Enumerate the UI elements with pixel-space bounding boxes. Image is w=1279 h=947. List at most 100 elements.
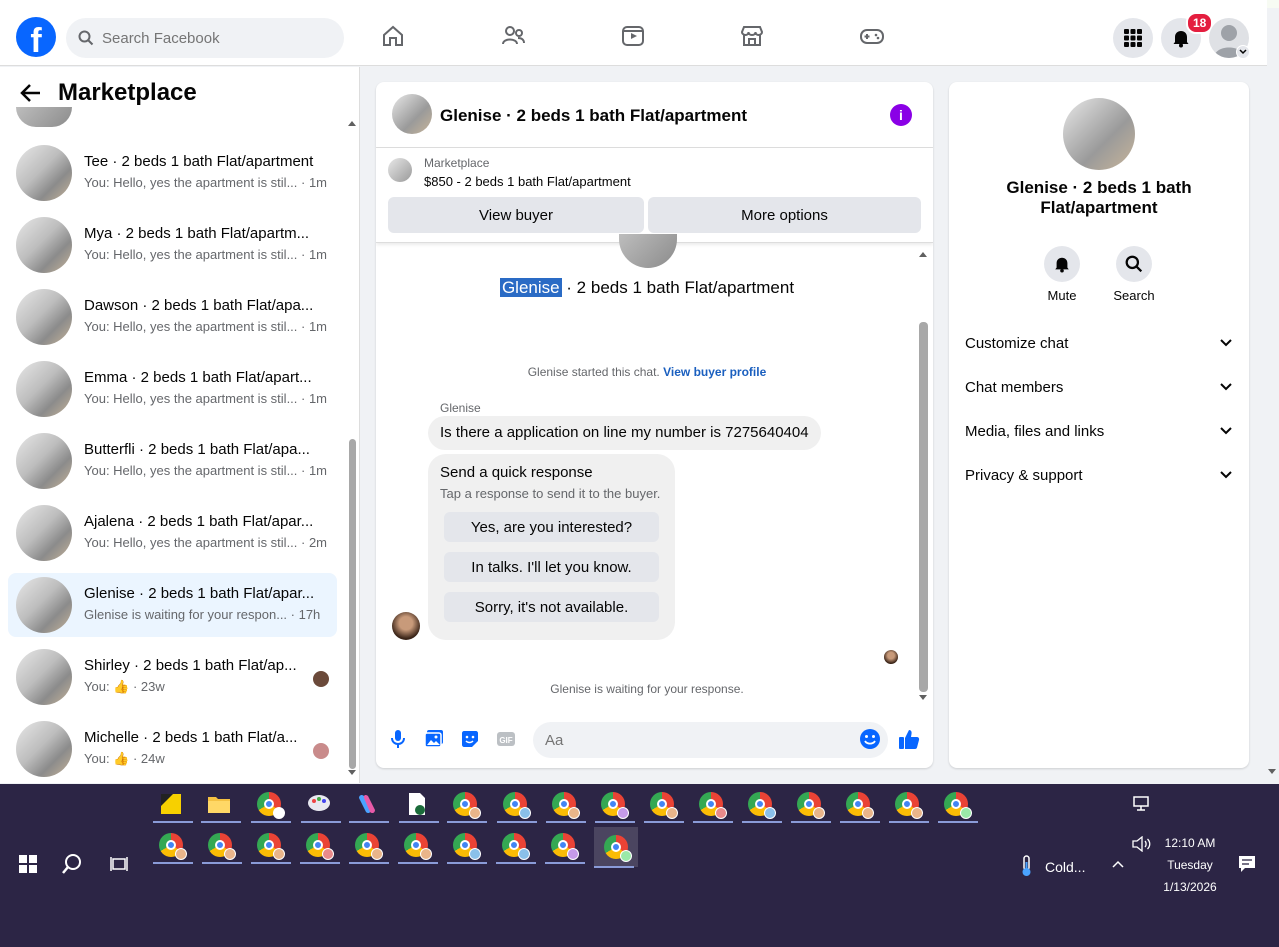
chat-title[interactable]: Glenise · 2 beds 1 bath Flat/apartment [440,106,747,126]
conversation-item[interactable]: Emma · 2 beds 1 bath Flat/apart... You: H… [8,357,337,421]
listing-thumbnail[interactable] [392,94,432,134]
chrome-window-icon[interactable] [251,827,291,864]
file-explorer-icon[interactable] [201,786,241,823]
chrome-window-icon[interactable] [791,786,831,823]
video-icon[interactable] [619,22,647,50]
chrome-window-icon[interactable] [300,827,340,864]
message-input[interactable] [533,722,888,758]
incoming-message[interactable]: Is there a application on line my number… [428,416,821,450]
weather-text[interactable]: Cold... [1045,859,1085,875]
home-icon[interactable] [379,22,407,50]
chrome-window-icon[interactable] [496,827,536,864]
notifications-icon[interactable] [1229,846,1265,882]
gif-icon[interactable]: GIF [495,728,517,750]
conversation-preview: You: Hello, yes the apartment is stil...… [84,463,328,478]
view-buyer-profile-link[interactable]: View buyer profile [663,365,766,379]
thermometer-icon[interactable] [1008,848,1044,884]
mute-action[interactable]: Mute [1032,246,1092,303]
conversation-item[interactable]: Ajalena · 2 beds 1 bath Flat/apar... You:… [8,501,337,565]
windows-start-icon[interactable] [10,846,46,882]
customize-chat-section[interactable]: Customize chat [965,323,1233,363]
friends-icon[interactable] [499,22,527,50]
info-icon[interactable]: i [890,104,912,126]
task-view-icon[interactable] [102,846,138,882]
chrome-window-icon[interactable] [546,786,586,823]
copilot-icon[interactable] [349,786,389,823]
conversation-item[interactable]: Mya · 2 beds 1 bath Flat/apartm... You: H… [8,213,337,277]
chrome-icon[interactable] [251,786,291,823]
chrome-window-icon[interactable] [938,786,978,823]
quick-response-option[interactable]: In talks. I'll let you know. [444,552,659,582]
conversation-item[interactable]: Tee · 2 beds 1 bath Flat/apartment You: H… [8,141,337,205]
chrome-window-icon[interactable] [497,786,537,823]
conversation-item[interactable]: Michelle · 2 beds 1 bath Flat/a... You: 👍… [8,717,337,781]
chrome-window-icon[interactable] [693,786,733,823]
more-options-button[interactable]: More options [648,197,921,233]
conversation-preview: You: Hello, yes the apartment is stil...… [84,535,328,550]
chat-scroll-thumb[interactable] [919,322,928,692]
scroll-down-arrow[interactable] [918,694,928,702]
media-files-links-section[interactable]: Media, files and links [965,411,1233,451]
facebook-logo[interactable]: f [16,17,56,57]
sender-avatar[interactable] [392,612,420,640]
chrome-window-icon[interactable] [742,786,782,823]
chrome-window-icon[interactable] [349,827,389,864]
chrome-window-icon[interactable] [644,786,684,823]
chrome-window-icon[interactable] [447,786,487,823]
sticker-icon[interactable] [459,728,481,750]
photo-icon[interactable] [423,728,445,750]
listing-large-thumbnail[interactable] [1063,98,1135,170]
search-input[interactable] [102,29,322,47]
quick-response-option[interactable]: Yes, are you interested? [444,512,659,542]
microphone-icon[interactable] [387,728,409,750]
quick-response-option[interactable]: Sorry, it's not available. [444,592,659,622]
conversation-item[interactable]: Dawson · 2 beds 1 bath Flat/apa... You: H… [8,285,337,349]
privacy-support-section[interactable]: Privacy & support [965,455,1233,495]
chevron-down-icon[interactable] [1236,45,1250,59]
clock-date[interactable]: 1/13/2026 [1150,880,1230,894]
thumbs-up-icon[interactable] [898,728,920,750]
marketplace-icon[interactable] [738,22,766,50]
chrome-window-icon[interactable] [889,786,929,823]
search-chat-icon[interactable] [1116,246,1152,282]
chat-members-section[interactable]: Chat members [965,367,1233,407]
chrome-window-icon[interactable] [153,827,193,864]
clock-time[interactable]: 12:10 AM [1150,836,1230,850]
chrome-window-icon[interactable] [840,786,880,823]
gaming-icon[interactable] [858,22,886,50]
scroll-up-arrow[interactable] [918,250,928,258]
section-label: Privacy & support [965,466,1083,484]
chrome-window-icon[interactable] [202,827,242,864]
back-arrow-icon[interactable] [20,82,42,104]
conversation-name: Ajalena · 2 beds 1 bath Flat/apar... [84,513,314,530]
conversation-item[interactable]: Butterfli · 2 beds 1 bath Flat/apa... You… [8,429,337,493]
conversation-preview: You: 👍 · 24w [84,751,165,766]
chrome-window-icon[interactable] [398,827,438,864]
conversation-name: Butterfli · 2 beds 1 bath Flat/apa... [84,441,310,458]
sticky-notes-icon[interactable] [153,786,193,823]
mute-bell-icon[interactable] [1044,246,1080,282]
search-icon[interactable] [54,846,90,882]
conversation-item[interactable]: Glenise · 2 beds 1 bath Flat/apar... Glen… [8,573,337,637]
emoji-icon[interactable] [859,728,881,750]
search-bar[interactable] [66,18,344,58]
conversation-thumbnail [619,234,677,268]
chat-header: Glenise · 2 beds 1 bath Flat/apartment i [376,82,933,148]
inbox-scroll-thumb[interactable] [349,439,356,769]
chrome-window-icon[interactable] [594,827,638,868]
paint-icon[interactable] [301,786,341,823]
view-buyer-button[interactable]: View buyer [388,197,644,233]
page-scroll-down-arrow[interactable] [1267,768,1277,776]
network-icon[interactable] [1124,786,1160,822]
conversation-item[interactable]: Shirley · 2 beds 1 bath Flat/ap... You: 👍… [8,645,337,709]
conversation-preview: You: Hello, yes the apartment is stil...… [84,175,328,190]
search-action[interactable]: Search [1104,246,1164,303]
listing-price[interactable]: $850 - 2 beds 1 bath Flat/apartment [424,174,631,189]
clock-day[interactable]: Tuesday [1150,858,1230,872]
chrome-window-icon[interactable] [447,827,487,864]
menu-grid-icon[interactable] [1113,18,1153,58]
chrome-window-icon[interactable] [545,827,585,864]
chrome-window-icon[interactable] [595,786,635,823]
chat-started-note: Glenise started this chat. View buyer pr… [376,365,918,379]
document-icon[interactable] [399,786,439,823]
